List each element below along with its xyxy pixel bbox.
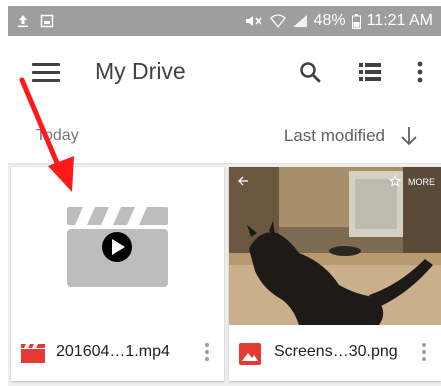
list-view-icon[interactable] (356, 58, 384, 86)
more-vert-icon[interactable] (406, 58, 434, 86)
upload-notification-icon (16, 14, 30, 28)
app-bar: My Drive (8, 36, 441, 108)
wifi-icon (269, 14, 286, 28)
status-bar: 48% 11:21 AM (8, 6, 441, 36)
mute-icon (244, 14, 264, 28)
file-name: Screens…30.png (274, 343, 398, 360)
file-card-image[interactable]: MORE Screens…30.png (229, 167, 441, 381)
video-thumbnail (11, 167, 224, 325)
video-placeholder-icon (67, 207, 168, 287)
sort-by-button[interactable]: Last modified (284, 126, 385, 146)
file-name: 201604…1.mp4 (56, 343, 170, 360)
more-vert-icon[interactable] (421, 343, 427, 363)
battery-percent: 48% (313, 12, 346, 29)
section-label-today: Today (36, 127, 79, 144)
arrow-down-icon[interactable] (399, 124, 419, 148)
video-file-icon (21, 343, 45, 363)
file-card-footer: 201604…1.mp4 (11, 325, 224, 381)
battery-icon (351, 13, 361, 29)
file-card-footer: Screens…30.png (229, 325, 441, 381)
more-vert-icon[interactable] (204, 343, 210, 363)
clock: 11:21 AM (366, 12, 433, 29)
preview-overlay: MORE (229, 167, 441, 195)
file-card-video[interactable]: 201604…1.mp4 (11, 167, 224, 381)
hamburger-menu-icon[interactable] (32, 63, 60, 83)
search-icon[interactable] (296, 58, 324, 86)
back-arrow-icon (237, 175, 249, 189)
image-notification-icon (40, 14, 54, 28)
star-icon (388, 174, 402, 189)
image-thumbnail: MORE (229, 167, 441, 325)
signal-icon (292, 14, 308, 28)
page-title: My Drive (95, 58, 186, 84)
sort-row: Today Last modified (8, 108, 441, 164)
overlay-more-label: MORE (408, 177, 435, 187)
image-file-icon (239, 343, 263, 365)
